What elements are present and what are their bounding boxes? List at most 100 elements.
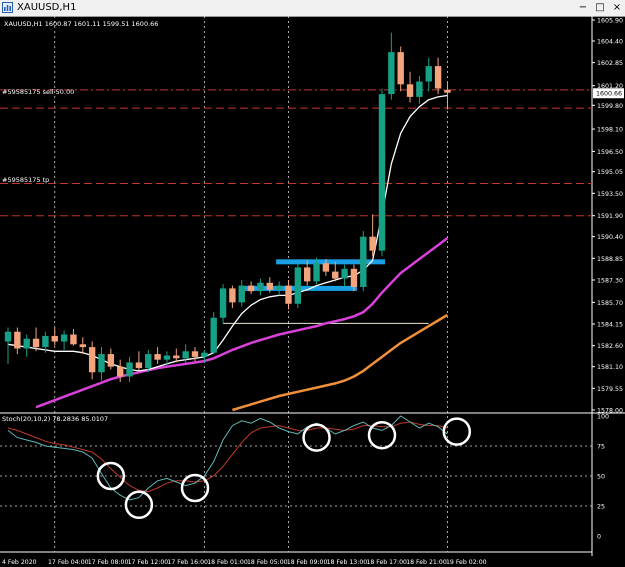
candles — [4, 32, 451, 383]
candle-bull — [126, 362, 133, 377]
candle-bear — [434, 66, 442, 89]
candle-bear — [51, 335, 58, 342]
time-tick-label: 18 Feb 09:00 — [287, 559, 328, 566]
candle-bull — [163, 355, 171, 360]
candle-bear — [247, 285, 255, 292]
time-tick-label: 19 Feb 02:00 — [446, 559, 487, 566]
candle-bear — [32, 338, 40, 348]
price-tick-label: 1599.80 — [597, 103, 623, 110]
price-tick-label: 1595.05 — [597, 169, 623, 176]
stoch-tick-label: 100 — [597, 414, 609, 421]
time-tick-label: 17 Feb 08:00 — [88, 559, 129, 566]
time-tick-label: 18 Feb 17:00 — [366, 559, 407, 566]
price-tick-label: 1590.40 — [597, 234, 623, 241]
stoch-highlight-circle — [124, 490, 154, 520]
candle-bull — [182, 351, 189, 359]
ma-mid-line — [35, 237, 449, 409]
stoch-highlight-circle — [367, 420, 397, 450]
candle-bull — [341, 268, 348, 279]
candle-bear — [14, 331, 21, 349]
candle-bear — [350, 268, 358, 287]
price-tick-label: 1587.30 — [597, 278, 623, 285]
time-tick-label: 18 Feb 01:00 — [207, 559, 248, 566]
current-price-label: 1600.66 — [596, 91, 622, 98]
candle-bull — [42, 335, 49, 348]
price-tick-label: 1605.90 — [597, 18, 623, 25]
stoch-label: Stoch(20,10,2) 78.2836 85.0107 — [2, 415, 108, 423]
price-tick-label: 1593.50 — [597, 191, 623, 198]
support-zone-bar — [276, 259, 385, 265]
candle-bull — [294, 267, 302, 304]
candle-bear — [369, 236, 376, 251]
time-axis: 4 Feb 2020 17 Feb 04:00 17 Feb 08:00 17 Feb… — [2, 559, 487, 566]
stoch-tick-label: 0 — [597, 534, 601, 541]
price-tick-label: 1579.55 — [597, 386, 623, 393]
candle-bear — [154, 354, 161, 360]
time-tick-label: 17 Feb 04:00 — [48, 559, 89, 566]
minimize-button[interactable]: − — [575, 1, 591, 14]
price-axis: 1605.901604.401602.851601.201599.801598.… — [592, 18, 624, 415]
time-tick-label: 4 Feb 2020 — [2, 559, 37, 566]
price-tick-label: 1604.40 — [597, 38, 623, 45]
price-tick-label: 1588.85 — [597, 256, 623, 263]
time-tick-label: 17 Feb 16:00 — [167, 559, 208, 566]
candle-bull — [210, 317, 217, 353]
candle-bull — [4, 331, 12, 342]
window-title: XAUUSD,H1 — [17, 2, 77, 13]
price-tick-label: 1584.15 — [597, 322, 623, 329]
candle-bull — [60, 334, 68, 342]
candle-bear — [173, 355, 180, 359]
candle-bull — [388, 52, 395, 95]
ohlc-readout: XAUUSD,H1 1600.87 1601.11 1599.51 1600.6… — [4, 20, 158, 28]
candle-bear — [79, 344, 86, 348]
candle-bear — [229, 288, 236, 303]
candle-bear — [266, 282, 273, 290]
price-tick-label: 1602.85 — [597, 60, 623, 67]
candle-bear — [406, 84, 414, 97]
time-tick-label: 18 Feb 13:00 — [327, 559, 368, 566]
time-tick-label: 18 Feb 21:00 — [406, 559, 447, 566]
candle-bull — [257, 282, 264, 292]
price-tick-label: 1591.90 — [597, 213, 623, 220]
candle-bull — [238, 285, 245, 303]
order-label-sell: #59585175 sell 50.00 — [2, 88, 74, 96]
candle-bear — [285, 285, 292, 304]
stoch-tick-label: 25 — [597, 504, 605, 511]
price-tick-label: 1596.50 — [597, 149, 623, 156]
candle-bull — [313, 263, 320, 282]
candle-bull — [145, 354, 152, 369]
candle-bull — [275, 285, 283, 290]
candle-bull — [219, 288, 227, 318]
candle-bear — [135, 362, 143, 369]
candle-bull — [201, 352, 208, 357]
stoch-tick-label: 50 — [597, 474, 605, 481]
candle-bear — [88, 347, 96, 373]
time-tick-label: 17 Feb 12:00 — [128, 559, 169, 566]
chart-labels: XAUUSD,H1 1600.87 1601.11 1599.51 1600.6… — [2, 20, 158, 423]
maximize-button[interactable]: □ — [592, 1, 608, 14]
candle-bull — [98, 354, 105, 373]
candle-bear — [107, 354, 115, 367]
title-bar: XAUUSD,H1 − □ × — [0, 0, 625, 17]
candle-bear — [304, 267, 311, 282]
candle-bull — [360, 236, 367, 287]
stoch-tick-label: 75 — [597, 444, 605, 451]
stoch-main-line — [7, 415, 448, 501]
price-tick-label: 1582.60 — [597, 343, 623, 350]
close-button[interactable]: × — [609, 1, 625, 14]
price-tick-label: 1598.10 — [597, 127, 623, 134]
chart-icon — [2, 2, 13, 13]
ma-slow-line — [232, 313, 449, 412]
time-tick-label: 18 Feb 05:00 — [247, 559, 288, 566]
candle-bear — [70, 334, 77, 345]
candle-bull — [23, 338, 30, 349]
chart-canvas[interactable]: 1605.901604.401602.851601.201599.801598.… — [0, 16, 625, 567]
price-tick-label: 1581.10 — [597, 364, 623, 371]
candle-bear — [332, 271, 339, 279]
candle-bear — [322, 263, 330, 272]
candle-bear — [191, 351, 199, 357]
candle-bull — [416, 81, 423, 97]
candle-bull — [378, 94, 386, 251]
candle-bear — [117, 366, 124, 377]
candle-bear — [444, 89, 451, 93]
